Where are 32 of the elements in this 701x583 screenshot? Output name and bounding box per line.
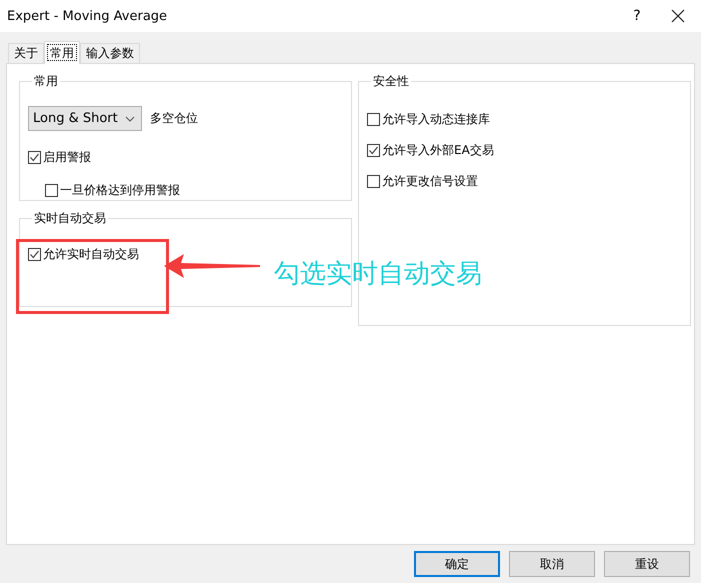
checkbox-label[interactable]: 允许导入动态连接库 (382, 110, 490, 128)
dropdown-label: 多空仓位 (150, 110, 198, 127)
checkmark-icon (368, 144, 379, 156)
checkmark-icon (29, 248, 40, 260)
checkbox[interactable] (28, 248, 41, 260)
checkbox[interactable] (367, 174, 380, 188)
close-icon[interactable] (671, 9, 685, 23)
dialog-button[interactable]: 确定 (414, 551, 500, 577)
checkbox[interactable] (28, 150, 41, 164)
checkbox-label[interactable]: 允许导入外部EA交易 (382, 142, 494, 158)
dialog-button[interactable]: 取消 (509, 551, 595, 577)
dialog-button[interactable]: 重设 (604, 551, 690, 577)
group-title: 常用 (33, 73, 59, 90)
tab[interactable]: 常用 (44, 41, 80, 64)
checkbox-label[interactable]: 允许实时自动交易 (43, 246, 139, 262)
checkbox[interactable] (367, 144, 380, 156)
checkbox-label[interactable]: 一旦价格达到停用警报 (60, 182, 180, 198)
tab[interactable]: 输入参数 (80, 43, 140, 63)
caret-icon (125, 116, 135, 122)
arrow-icon (164, 254, 260, 278)
group-title: 安全性 (372, 73, 410, 90)
window-title: Expert - Moving Average (7, 8, 168, 24)
group-title: 实时自动交易 (33, 210, 107, 227)
checkbox[interactable] (45, 184, 58, 196)
annotation-text: 勾选实时自动交易 (274, 258, 482, 291)
checkbox-label[interactable]: 启用警报 (43, 148, 91, 166)
position-dropdown[interactable]: Long & Short (28, 106, 142, 131)
help-button[interactable]: ? (627, 8, 647, 24)
checkbox-label[interactable]: 允许更改信号设置 (382, 172, 478, 190)
tab[interactable]: 关于 (8, 43, 44, 63)
checkmark-icon (29, 152, 40, 162)
checkbox[interactable] (367, 112, 380, 126)
